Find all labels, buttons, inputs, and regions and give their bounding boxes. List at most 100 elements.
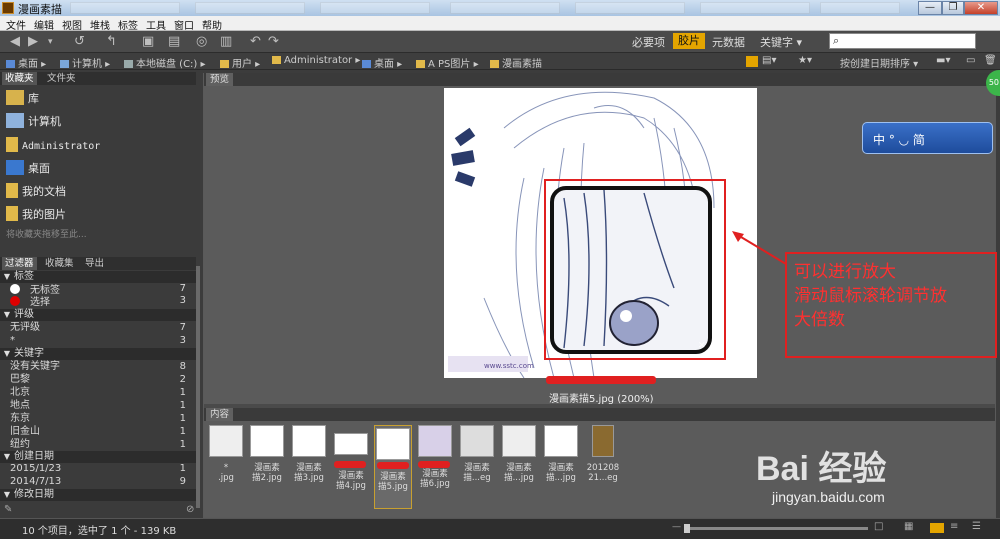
refine-icon[interactable]: ▤ (168, 34, 180, 50)
fav-computer[interactable]: 计算机 (6, 113, 61, 129)
tab-preview[interactable]: 预览 (206, 73, 234, 86)
menu-tools[interactable]: 工具 (146, 17, 166, 32)
filter-row[interactable]: 选择 3 (0, 295, 196, 308)
fav-library[interactable]: 库 (6, 90, 39, 106)
thumbnail-item[interactable]: 漫画素 描4.jpg (332, 425, 370, 491)
filter-row[interactable]: 纽约 1 (0, 439, 196, 451)
filter-section-rating[interactable]: ▼ 评级 (0, 309, 196, 321)
tab-folders[interactable]: 文件夹 (44, 72, 79, 85)
star-filter-icon[interactable]: ★▾ (798, 55, 812, 66)
menu-view[interactable]: 视图 (62, 17, 82, 32)
dropdown-icon[interactable]: ▾ (48, 34, 53, 50)
filter-section-modified[interactable]: ▼ 修改日期 (0, 489, 196, 501)
thumbnail-item[interactable]: 漫画素 描2.jpg (248, 425, 286, 485)
recent-icon[interactable]: ↺ (74, 34, 85, 50)
taskbar-tab[interactable] (450, 2, 560, 14)
output-icon[interactable]: ▥ (220, 34, 232, 50)
menu-file[interactable]: 文件 (6, 17, 26, 32)
tab-favorites[interactable]: 收藏夹 (2, 72, 37, 85)
camera-icon[interactable]: ▣ (142, 34, 154, 50)
taskbar-tab[interactable] (575, 2, 685, 14)
filter-row[interactable]: 旧金山 1 (0, 426, 196, 438)
menu-help[interactable]: 帮助 (202, 17, 222, 32)
close-button[interactable]: ✕ (964, 1, 998, 15)
menu-stack[interactable]: 堆栈 (90, 17, 110, 32)
view-list-icon[interactable]: ▤▾ (762, 55, 776, 66)
slider-handle[interactable] (684, 524, 690, 533)
delete-icon[interactable]: 🗑 (984, 55, 997, 66)
return-icon[interactable]: ↰ (106, 34, 117, 50)
filter-row[interactable]: 巴黎 2 (0, 374, 196, 386)
workspace-filmstrip[interactable]: 胶片 (673, 33, 705, 49)
fav-desktop[interactable]: 桌面 (6, 160, 50, 176)
taskbar-tab[interactable] (195, 2, 305, 14)
sort-dropdown[interactable]: 按创建日期排序 ▾ (840, 55, 918, 70)
zoom-out-icon[interactable]: — (672, 522, 681, 532)
folder-new-icon[interactable]: ▬▾ (936, 55, 950, 66)
breadcrumb-administrator[interactable]: Administrator ▸ (272, 55, 360, 66)
breadcrumb-ps-pictures[interactable]: A PS图片 ▸ (416, 55, 479, 70)
search-field[interactable]: ⌕ (829, 33, 976, 49)
filter-scrollbar[interactable] (196, 266, 200, 508)
forward-icon[interactable]: ▶ (28, 34, 38, 50)
loupe-close-icon[interactable]: ✕ (698, 341, 706, 351)
workspace-keywords[interactable]: 关键字 ▾ (760, 34, 802, 50)
details-view-icon[interactable]: ≡ (950, 521, 958, 532)
workspace-metadata[interactable]: 元数据 (712, 34, 745, 50)
new-folder-icon[interactable]: ▭ (966, 55, 975, 66)
thumbnail-item[interactable]: * .jpg (207, 425, 245, 485)
filter-row[interactable]: 北京 1 (0, 387, 196, 399)
filter-row[interactable]: 地点 1 (0, 400, 196, 412)
thumbnail-item[interactable]: 漫画素 描6.jpg (416, 425, 454, 489)
preview-image[interactable]: www.sstc.com ✕ (444, 88, 757, 379)
tab-collections[interactable]: 收藏集 (42, 257, 77, 270)
tab-export[interactable]: 导出 (82, 257, 107, 270)
thumbnail-item[interactable]: 漫画素 描3.jpg (290, 425, 328, 485)
taskbar-tab[interactable] (70, 2, 180, 14)
minimize-button[interactable]: — (918, 1, 942, 15)
breadcrumb-computer[interactable]: 计算机 ▸ (60, 55, 110, 70)
filter-row[interactable]: 东京 1 (0, 413, 196, 425)
filter-row[interactable]: 2015/1/23 1 (0, 463, 196, 475)
thumbnail-item[interactable]: 漫画素 描...eg (458, 425, 496, 485)
breadcrumb-desktop[interactable]: 桌面 ▸ (6, 55, 46, 70)
filter-section-keywords[interactable]: ▼ 关键字 (0, 348, 196, 360)
rotate-left-icon[interactable]: ↶ (250, 34, 261, 50)
list-view-icon[interactable]: ☰ (972, 521, 981, 532)
grid-lock-icon[interactable]: ▦ (904, 521, 913, 532)
rotate-right-icon[interactable]: ↷ (268, 34, 279, 50)
back-icon[interactable]: ◀ (10, 34, 20, 50)
filter-row[interactable]: 无评级 7 (0, 322, 196, 334)
fav-administrator[interactable]: Administrator (6, 137, 100, 152)
menu-label[interactable]: 标签 (118, 17, 138, 32)
search-input[interactable] (846, 35, 972, 47)
ime-toolbar[interactable]: 中 ° ◡ 简 (862, 122, 993, 154)
filter-row[interactable]: 无标签 7 (0, 283, 196, 296)
thumbnail-item-selected[interactable]: 漫画素 描5.jpg (374, 425, 412, 509)
breadcrumb-local-disk[interactable]: 本地磁盘 (C:) ▸ (124, 55, 206, 70)
thumbnail-item[interactable]: 漫画素 描...jpg (542, 425, 580, 485)
breadcrumb-current[interactable]: 漫画素描 (490, 55, 542, 70)
workspace-essentials[interactable]: 必要项 (632, 34, 665, 50)
filter-row[interactable]: 没有关键字 8 (0, 361, 196, 373)
view-grid-icon[interactable] (746, 56, 758, 67)
taskbar-tab[interactable] (820, 2, 900, 14)
tab-filter[interactable]: 过滤器 (2, 257, 37, 270)
filter-section-created[interactable]: ▼ 创建日期 (0, 451, 196, 463)
menu-window[interactable]: 窗口 (174, 17, 194, 32)
filter-row[interactable]: 2014/7/13 9 (0, 476, 196, 488)
taskbar-tab[interactable] (320, 2, 430, 14)
open-icon[interactable]: ◎ (196, 34, 207, 50)
maximize-button[interactable]: ❐ (942, 1, 964, 15)
thumbnail-item[interactable]: 201208 21...eg (584, 425, 622, 485)
filter-row[interactable]: * 3 (0, 335, 196, 347)
pin-icon[interactable]: ✎ (4, 504, 12, 515)
zoom-in-icon[interactable]: □ (874, 521, 883, 532)
breadcrumb-desktop2[interactable]: 桌面 ▸ (362, 55, 402, 70)
tab-content[interactable]: 内容 (206, 408, 234, 421)
thumbnail-view-icon[interactable] (930, 523, 944, 533)
breadcrumb-users[interactable]: 用户 ▸ (220, 55, 260, 70)
thumbnail-item[interactable]: 漫画素 描...jpg (500, 425, 538, 485)
thumbnail-size-slider[interactable] (684, 527, 868, 530)
menu-edit[interactable]: 编辑 (34, 17, 54, 32)
